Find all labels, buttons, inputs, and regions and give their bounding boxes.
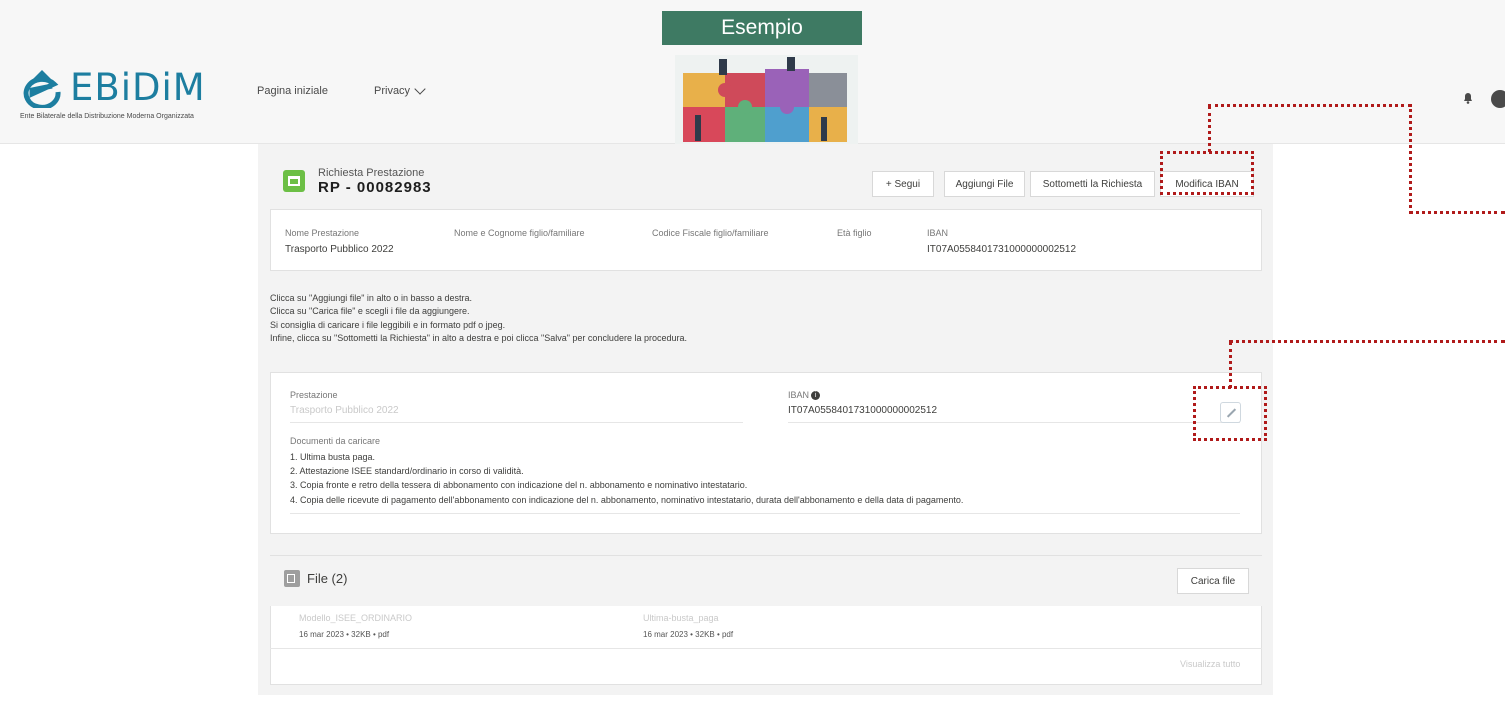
instructions: Clicca su "Aggiungi file" in alto o in b… bbox=[270, 292, 687, 346]
submit-request-button[interactable]: Sottometti la Richiesta bbox=[1030, 171, 1155, 197]
add-file-button[interactable]: Aggiungi File bbox=[944, 171, 1025, 197]
view-all-link[interactable]: Visualizza tutto bbox=[1180, 659, 1240, 669]
user-icon[interactable] bbox=[1491, 90, 1505, 108]
annotation-connector bbox=[1229, 342, 1232, 388]
detail-iban-value: IT07A0558401731000000002512 bbox=[788, 405, 938, 416]
docs-item: 4. Copia delle ricevute di pagamento del… bbox=[290, 494, 964, 505]
logo[interactable]: EBiDiM Ente Bilaterale della Distribuzio… bbox=[18, 68, 228, 128]
instruction-line: Clicca su "Carica file" e scegli i file … bbox=[270, 306, 470, 317]
docs-item: 1. Ultima busta paga. bbox=[290, 452, 376, 462]
file-icon bbox=[284, 570, 300, 587]
logo-text: EBiDiM bbox=[70, 66, 206, 109]
chevron-down-icon bbox=[414, 83, 426, 95]
instruction-line: Clicca su "Aggiungi file" in alto o in b… bbox=[270, 293, 472, 303]
docs-label: Documenti da caricare bbox=[290, 436, 381, 446]
summary-tax-code-label: Codice Fiscale figlio/familiare bbox=[652, 228, 769, 238]
docs-item: 2. Attestazione ISEE standard/ordinario … bbox=[290, 466, 524, 477]
record-subtitle: Richiesta Prestazione bbox=[318, 167, 425, 179]
annotation-box-edit-icon bbox=[1193, 386, 1267, 441]
file-item-name[interactable]: Modello_ISEE_ORDINARIO bbox=[299, 613, 412, 623]
summary-iban-label: IBAN bbox=[927, 228, 949, 238]
file-item-name[interactable]: Ultima-busta_paga bbox=[643, 613, 719, 623]
detail-iban-underline bbox=[788, 422, 1240, 423]
summary-service-value: Trasporto Pubblico 2022 bbox=[285, 244, 394, 255]
annotation-connector bbox=[1208, 106, 1211, 152]
summary-service-label: Nome Prestazione bbox=[285, 228, 360, 238]
file-item-meta: 16 mar 2023 • 32KB • pdf bbox=[643, 630, 734, 639]
file-item-meta: 16 mar 2023 • 32KB • pdf bbox=[299, 630, 390, 639]
annotation-connector bbox=[1409, 211, 1505, 214]
summary-child-name-label: Nome e Cognome figlio/familiare bbox=[454, 228, 585, 238]
summary-iban-value: IT07A0558401731000000002512 bbox=[927, 244, 1077, 255]
summary-child-age-label: Età figlio bbox=[837, 228, 872, 238]
info-icon[interactable]: i bbox=[811, 391, 821, 401]
annotation-connector bbox=[1409, 104, 1412, 214]
instruction-line: Infine, clicca su "Sottometti la Richies… bbox=[270, 333, 687, 344]
nav-home-link[interactable]: Pagina iniziale bbox=[257, 85, 328, 97]
nav-privacy-menu[interactable]: Privacy bbox=[374, 83, 426, 97]
docs-list: 1. Ultima busta paga. 2. Attestazione IS… bbox=[290, 450, 963, 507]
annotation-connector bbox=[1208, 104, 1411, 107]
files-header bbox=[270, 556, 1262, 606]
bell-icon[interactable] bbox=[1462, 92, 1474, 104]
summary-card bbox=[270, 209, 1262, 271]
annotation-connector bbox=[1229, 340, 1505, 343]
detail-service-label: Prestazione bbox=[290, 390, 338, 400]
annotation-box-edit-iban bbox=[1160, 151, 1254, 195]
docs-item: 3. Copia fronte e retro della tessera di… bbox=[290, 480, 748, 491]
upload-file-button[interactable]: Carica file bbox=[1177, 568, 1249, 594]
files-title: File (2) bbox=[307, 571, 348, 586]
example-banner: Esempio bbox=[662, 11, 862, 45]
puzzle-illustration bbox=[675, 55, 858, 144]
record-icon bbox=[283, 170, 305, 192]
nav-privacy-label: Privacy bbox=[374, 85, 411, 97]
logo-mark-icon bbox=[23, 70, 61, 108]
detail-service-underline bbox=[290, 422, 743, 423]
record-title: RP - 00082983 bbox=[318, 179, 432, 196]
follow-button[interactable]: + Segui bbox=[872, 171, 934, 197]
files-divider bbox=[270, 648, 1262, 649]
detail-service-value: Trasporto Pubblico 2022 bbox=[290, 405, 399, 416]
detail-iban-label: IBAN i bbox=[788, 390, 821, 401]
logo-tagline: Ente Bilaterale della Distribuzione Mode… bbox=[20, 113, 194, 120]
docs-underline bbox=[290, 513, 1240, 514]
instruction-line: Si consiglia di caricare i file leggibil… bbox=[270, 319, 506, 330]
